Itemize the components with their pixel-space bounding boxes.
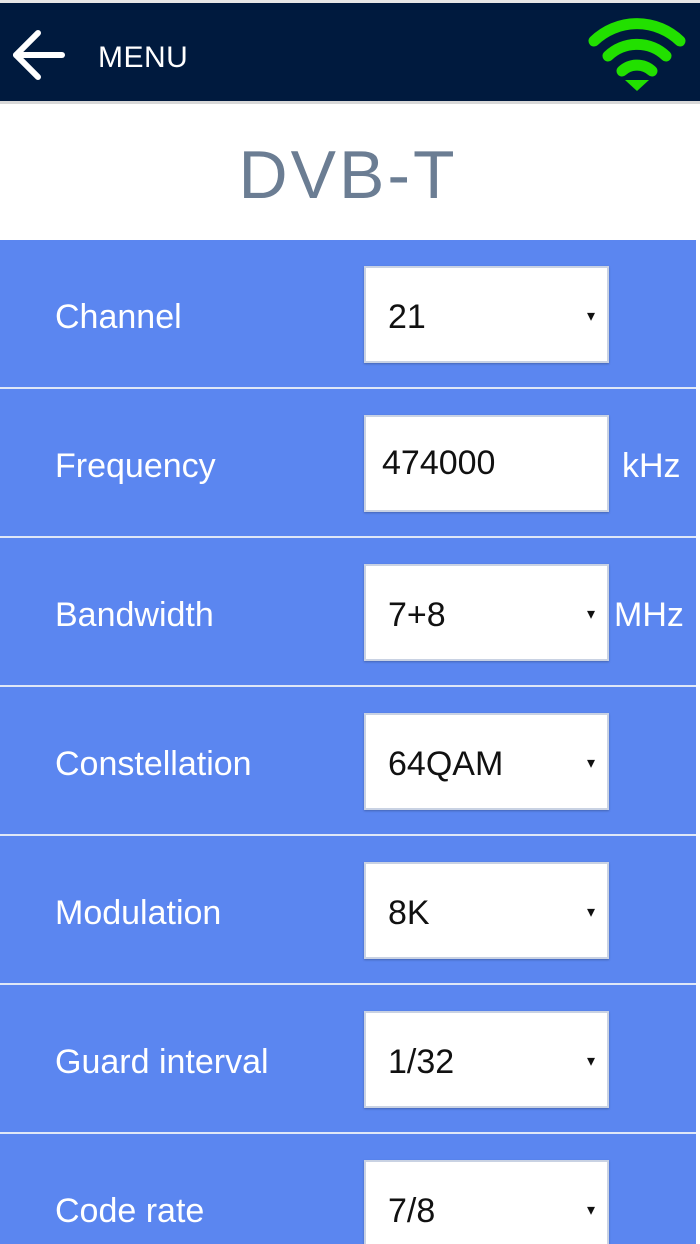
guard-interval-label: Guard interval [55,1043,269,1081]
code-rate-select[interactable]: 7/8 ▾ [364,1160,609,1244]
setting-row-guard-interval: Guard interval 1/32 ▾ [0,985,696,1134]
chevron-down-icon: ▾ [586,308,595,325]
chevron-down-icon: ▾ [586,1053,595,1070]
chevron-down-icon: ▾ [586,606,595,623]
arrow-left-icon [13,30,65,80]
guard-interval-value: 1/32 [388,1043,455,1081]
setting-row-channel: Channel 21 ▾ [0,240,696,389]
guard-interval-select[interactable]: 1/32 ▾ [364,1011,609,1108]
wifi-icon [588,18,686,91]
setting-row-modulation: Modulation 8K ▾ [0,836,696,985]
frequency-unit: kHz [622,447,681,485]
right-edge-divider [696,104,700,1244]
back-button[interactable] [10,29,66,81]
chevron-down-icon: ▾ [586,1202,595,1219]
top-bar: MENU [0,0,700,104]
constellation-value: 64QAM [388,745,504,783]
channel-value: 21 [388,298,426,336]
chevron-down-icon: ▾ [586,755,595,772]
constellation-label: Constellation [55,745,252,783]
settings-list: Channel 21 ▾ Frequency kHz Bandwidth 7+8… [0,240,696,1244]
bandwidth-value: 7+8 [388,596,446,634]
title-bar: DVB-T [0,104,696,240]
modulation-label: Modulation [55,894,222,932]
channel-select[interactable]: 21 ▾ [364,266,609,363]
code-rate-label: Code rate [55,1192,205,1230]
frequency-label: Frequency [55,447,216,485]
modulation-value: 8K [388,894,430,932]
bandwidth-select[interactable]: 7+8 ▾ [364,564,609,661]
bandwidth-label: Bandwidth [55,596,214,634]
channel-label: Channel [55,298,182,336]
page-title: DVB-T [238,137,458,213]
setting-row-frequency: Frequency kHz [0,389,696,538]
constellation-select[interactable]: 64QAM ▾ [364,713,609,810]
chevron-down-icon: ▾ [586,904,595,921]
setting-row-bandwidth: Bandwidth 7+8 ▾ MHz [0,538,696,687]
menu-label[interactable]: MENU [98,41,188,75]
code-rate-value: 7/8 [388,1192,436,1230]
modulation-select[interactable]: 8K ▾ [364,862,609,959]
setting-row-code-rate: Code rate 7/8 ▾ [0,1134,696,1244]
frequency-input[interactable] [364,415,609,512]
bandwidth-unit: MHz [614,596,684,634]
setting-row-constellation: Constellation 64QAM ▾ [0,687,696,836]
